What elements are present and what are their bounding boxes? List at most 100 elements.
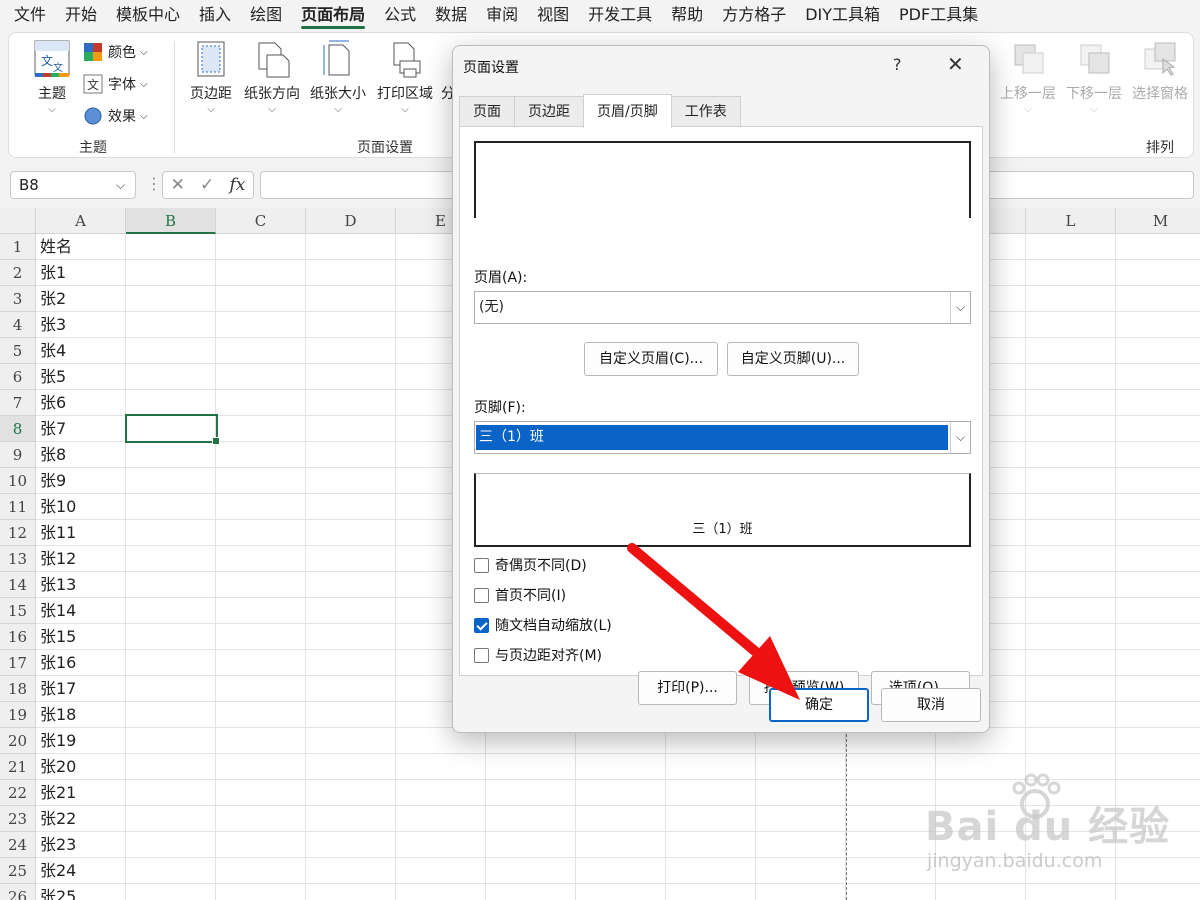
column-header-l[interactable]: L (1026, 208, 1116, 234)
cell-d8[interactable] (306, 416, 396, 442)
cell-c11[interactable] (216, 494, 306, 520)
cell-b1[interactable] (126, 234, 216, 260)
cell-d16[interactable] (306, 624, 396, 650)
cell-c23[interactable] (216, 806, 306, 832)
menu-tab-6[interactable]: 公式 (384, 0, 416, 30)
cell-a6[interactable]: 张5 (36, 364, 126, 390)
row-header[interactable]: 18 (0, 676, 36, 702)
checkbox[interactable] (474, 557, 489, 573)
cell-b22[interactable] (126, 780, 216, 806)
cell-f24[interactable] (486, 832, 576, 858)
chevron-down-icon[interactable]: ⌵ (116, 171, 125, 199)
menu-tab-10[interactable]: 开发工具 (588, 0, 652, 30)
cancel-button[interactable]: 取消 (881, 688, 981, 722)
cell-b24[interactable] (126, 832, 216, 858)
print-area-button[interactable]: 打印区域 ⌵ (373, 39, 437, 115)
menu-tab-13[interactable]: DIY工具箱 (805, 0, 880, 30)
cell-b21[interactable] (126, 754, 216, 780)
cell-a21[interactable]: 张20 (36, 754, 126, 780)
custom-footer-button[interactable]: 自定义页脚(U)... (727, 342, 859, 376)
cell-d19[interactable] (306, 702, 396, 728)
cell-c21[interactable] (216, 754, 306, 780)
cell-c20[interactable] (216, 728, 306, 754)
cell-b5[interactable] (126, 338, 216, 364)
cell-d7[interactable] (306, 390, 396, 416)
cell-g22[interactable] (576, 780, 666, 806)
cell-i23[interactable] (756, 806, 846, 832)
menu-tab-4[interactable]: 绘图 (250, 0, 282, 30)
cell-a24[interactable]: 张23 (36, 832, 126, 858)
cell-d22[interactable] (306, 780, 396, 806)
cell-h23[interactable] (666, 806, 756, 832)
cell-c13[interactable] (216, 546, 306, 572)
checkbox-option-3[interactable]: 与页边距对齐(M) (474, 645, 602, 665)
cell-d15[interactable] (306, 598, 396, 624)
margins-button[interactable]: 页边距 ⌵ (185, 39, 237, 115)
cell-m10[interactable] (1116, 468, 1200, 494)
menu-tab-3[interactable]: 插入 (199, 0, 231, 30)
cell-m15[interactable] (1116, 598, 1200, 624)
row-header[interactable]: 7 (0, 390, 36, 416)
theme-button[interactable]: 文 文 主题 ⌵ (27, 39, 77, 115)
cell-m2[interactable] (1116, 260, 1200, 286)
cell-l2[interactable] (1026, 260, 1116, 286)
row-header[interactable]: 1 (0, 234, 36, 260)
cell-d20[interactable] (306, 728, 396, 754)
cell-l4[interactable] (1026, 312, 1116, 338)
cell-b25[interactable] (126, 858, 216, 884)
chevron-down-icon[interactable]: ⌵ (950, 292, 970, 323)
cell-m1[interactable] (1116, 234, 1200, 260)
cell-a25[interactable]: 张24 (36, 858, 126, 884)
cell-g26[interactable] (576, 884, 666, 900)
cell-l14[interactable] (1026, 572, 1116, 598)
dialog-tab-1[interactable]: 页边距 (514, 96, 584, 127)
cell-d14[interactable] (306, 572, 396, 598)
cell-c6[interactable] (216, 364, 306, 390)
cell-c5[interactable] (216, 338, 306, 364)
cell-m14[interactable] (1116, 572, 1200, 598)
cell-g25[interactable] (576, 858, 666, 884)
cancel-formula-icon[interactable]: ✕ (171, 175, 185, 195)
cell-d3[interactable] (306, 286, 396, 312)
menu-tab-7[interactable]: 数据 (435, 0, 467, 30)
cell-e26[interactable] (396, 884, 486, 900)
cell-i22[interactable] (756, 780, 846, 806)
cell-m5[interactable] (1116, 338, 1200, 364)
cell-m6[interactable] (1116, 364, 1200, 390)
cell-d18[interactable] (306, 676, 396, 702)
cell-f25[interactable] (486, 858, 576, 884)
cell-a2[interactable]: 张1 (36, 260, 126, 286)
cell-c14[interactable] (216, 572, 306, 598)
cell-m19[interactable] (1116, 702, 1200, 728)
cell-b9[interactable] (126, 442, 216, 468)
cell-i24[interactable] (756, 832, 846, 858)
row-header[interactable]: 23 (0, 806, 36, 832)
cell-l3[interactable] (1026, 286, 1116, 312)
cell-c25[interactable] (216, 858, 306, 884)
cell-h26[interactable] (666, 884, 756, 900)
cell-d10[interactable] (306, 468, 396, 494)
cell-b4[interactable] (126, 312, 216, 338)
cell-f21[interactable] (486, 754, 576, 780)
selected-cell-b8[interactable] (125, 414, 220, 445)
row-header[interactable]: 17 (0, 650, 36, 676)
cell-c24[interactable] (216, 832, 306, 858)
cell-e23[interactable] (396, 806, 486, 832)
cell-l5[interactable] (1026, 338, 1116, 364)
cell-l13[interactable] (1026, 546, 1116, 572)
cell-c22[interactable] (216, 780, 306, 806)
cell-a20[interactable]: 张19 (36, 728, 126, 754)
cell-d1[interactable] (306, 234, 396, 260)
cell-c10[interactable] (216, 468, 306, 494)
cell-c4[interactable] (216, 312, 306, 338)
cell-b6[interactable] (126, 364, 216, 390)
cell-b18[interactable] (126, 676, 216, 702)
checkbox[interactable] (474, 587, 489, 603)
cell-c16[interactable] (216, 624, 306, 650)
cell-m26[interactable] (1116, 884, 1200, 900)
row-header[interactable]: 9 (0, 442, 36, 468)
enter-formula-icon[interactable]: ✓ (200, 175, 214, 195)
send-backward-button[interactable]: 下移一层 ⌵ (1063, 39, 1125, 115)
fonts-button[interactable]: 文 字体 ⌵ (83, 74, 148, 94)
print-button[interactable]: 打印(P)... (638, 671, 737, 705)
